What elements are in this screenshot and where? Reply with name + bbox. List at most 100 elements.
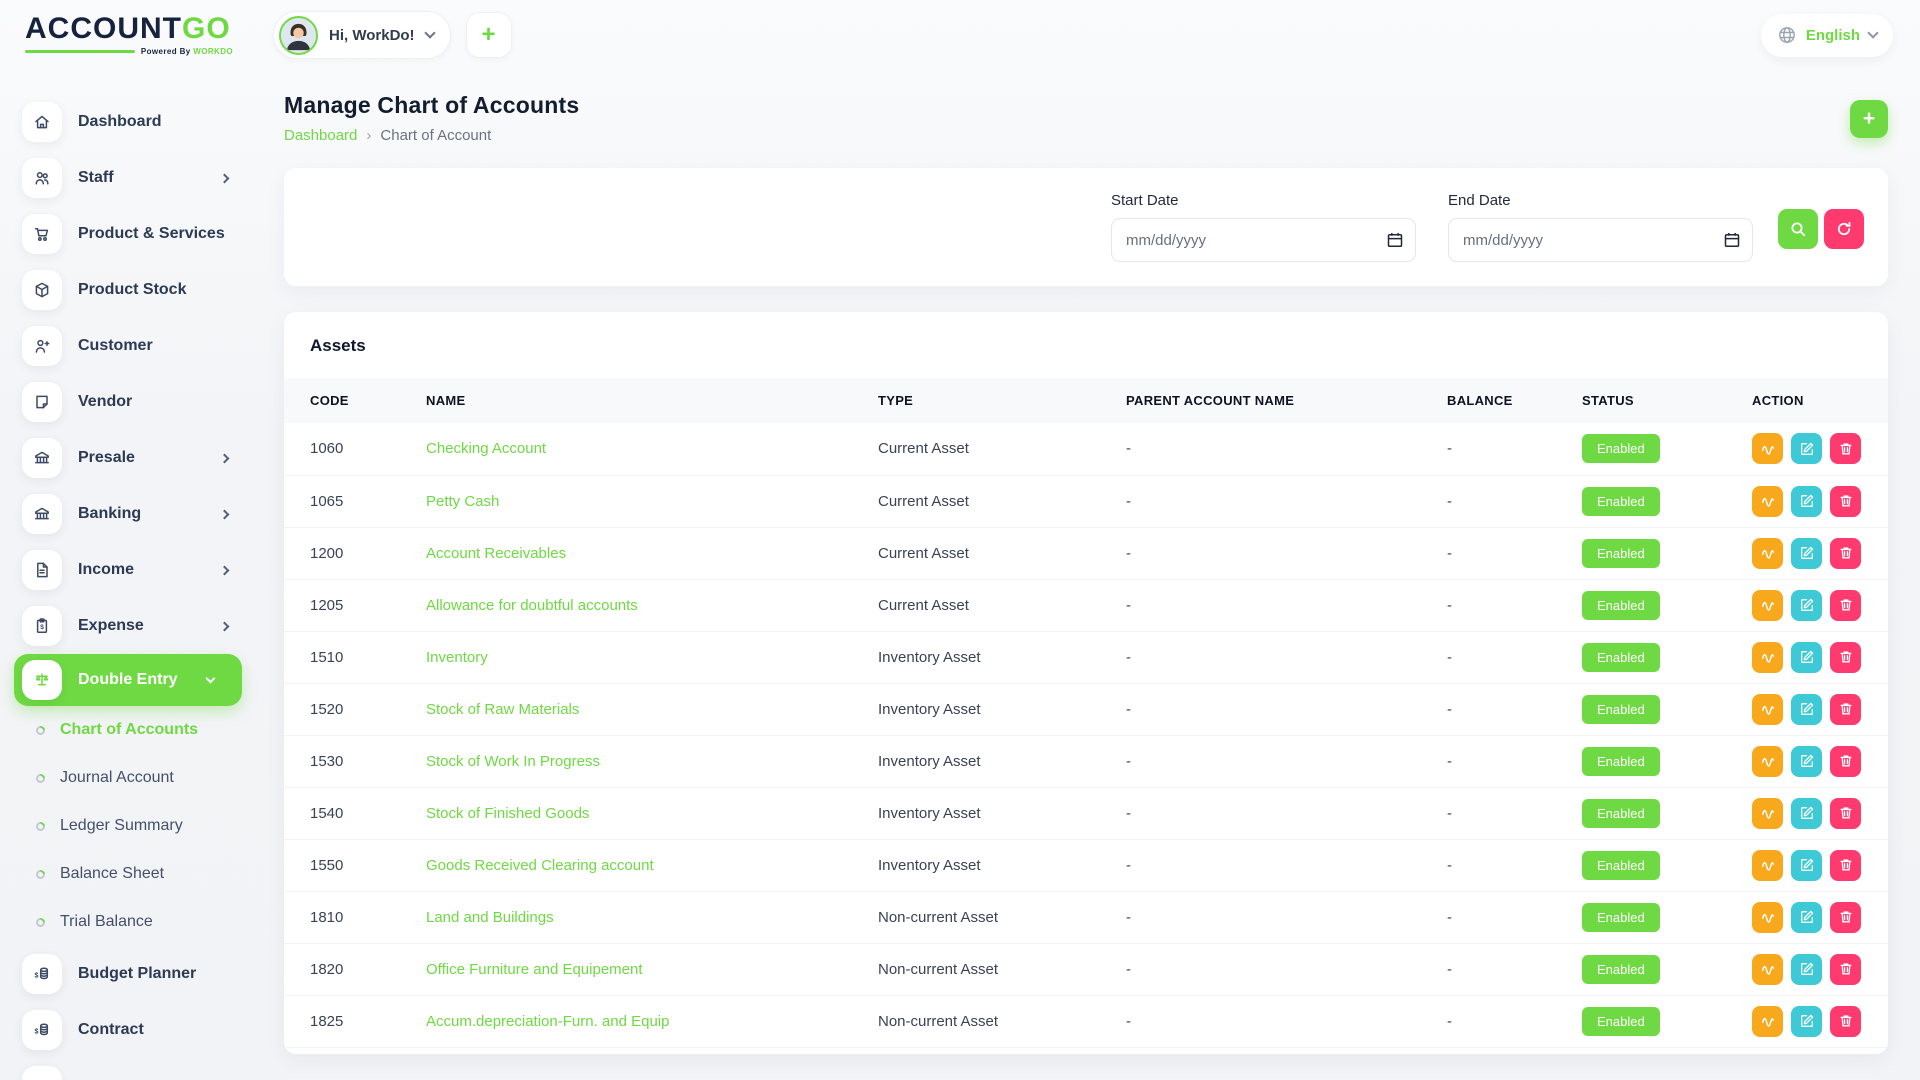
delete-button[interactable] xyxy=(1830,694,1861,725)
end-date-input[interactable] xyxy=(1448,218,1753,262)
edit-button[interactable] xyxy=(1791,902,1822,933)
empty-tile xyxy=(22,1066,62,1080)
breadcrumb-dashboard-link[interactable]: Dashboard xyxy=(284,127,357,144)
sidebar-item-label: Vendor xyxy=(78,393,132,411)
language-selector[interactable]: English xyxy=(1761,14,1893,57)
sidebar-item-banking[interactable]: Banking xyxy=(22,486,260,542)
logo-text-primary: ACCOUNT xyxy=(25,14,182,44)
sidebar-subitem-ledger-summary[interactable]: Ledger Summary xyxy=(22,802,260,850)
row-actions xyxy=(1752,902,1880,933)
sidebar-item-product-services[interactable]: Product & Services xyxy=(22,206,260,262)
delete-button[interactable] xyxy=(1830,902,1861,933)
account-name-link[interactable]: Stock of Raw Materials xyxy=(426,701,579,718)
search-button[interactable] xyxy=(1778,209,1818,249)
table-row: 1810 Land and Buildings Non-current Asse… xyxy=(284,891,1888,943)
account-name-link[interactable]: Stock of Work In Progress xyxy=(426,753,600,770)
user-avatar xyxy=(279,16,318,55)
sidebar-subitem-label: Balance Sheet xyxy=(60,865,164,883)
sidebar-subitem-chart-of-accounts[interactable]: Chart of Accounts xyxy=(22,706,260,754)
end-date-label: End Date xyxy=(1448,192,1753,209)
account-name-link[interactable]: Office Furniture and Equipement xyxy=(426,961,643,978)
cell-balance: - xyxy=(1439,891,1574,943)
activity-button[interactable] xyxy=(1752,694,1783,725)
activity-icon xyxy=(1760,753,1776,769)
account-name-link[interactable]: Inventory xyxy=(426,649,488,666)
sidebar-subitem-balance-sheet[interactable]: Balance Sheet xyxy=(22,850,260,898)
sidebar-item-label: Banking xyxy=(78,505,141,523)
edit-button[interactable] xyxy=(1791,1006,1822,1037)
delete-button[interactable] xyxy=(1830,798,1861,829)
sidebar-item-contract[interactable]: $Contract xyxy=(22,1002,260,1058)
add-account-button[interactable]: + xyxy=(1850,100,1888,138)
sidebar-item-budget-planner[interactable]: $Budget Planner xyxy=(22,946,260,1002)
cell-type: Inventory Asset xyxy=(870,735,1118,787)
edit-button[interactable] xyxy=(1791,486,1822,517)
account-name-link[interactable]: Allowance for doubtful accounts xyxy=(426,597,638,614)
sidebar-item-income[interactable]: Income xyxy=(22,542,260,598)
edit-button[interactable] xyxy=(1791,538,1822,569)
account-name-link[interactable]: Checking Account xyxy=(426,440,546,457)
reset-button[interactable] xyxy=(1824,209,1864,249)
activity-button[interactable] xyxy=(1752,1006,1783,1037)
table-row: 1060 Checking Account Current Asset - - … xyxy=(284,423,1888,475)
edit-button[interactable] xyxy=(1791,954,1822,985)
sidebar-item-presale[interactable]: Presale xyxy=(22,430,260,486)
coins-icon: $ xyxy=(22,1010,62,1050)
activity-button[interactable] xyxy=(1752,486,1783,517)
svg-text:$: $ xyxy=(34,973,38,980)
account-name-link[interactable]: Goods Received Clearing account xyxy=(426,857,654,874)
cart-icon xyxy=(22,214,62,254)
start-date-input[interactable] xyxy=(1111,218,1416,262)
account-name-link[interactable]: Petty Cash xyxy=(426,493,499,510)
status-badge: Enabled xyxy=(1582,695,1660,724)
sidebar-item-double-entry[interactable]: Double Entry xyxy=(14,654,242,706)
activity-button[interactable] xyxy=(1752,590,1783,621)
delete-button[interactable] xyxy=(1830,538,1861,569)
edit-button[interactable] xyxy=(1791,433,1822,464)
delete-button[interactable] xyxy=(1830,642,1861,673)
edit-button[interactable] xyxy=(1791,798,1822,829)
activity-button[interactable] xyxy=(1752,746,1783,777)
account-name-link[interactable]: Land and Buildings xyxy=(426,909,554,926)
delete-button[interactable] xyxy=(1830,1006,1861,1037)
sidebar-subitem-journal-account[interactable]: Journal Account xyxy=(22,754,260,802)
delete-button[interactable] xyxy=(1830,850,1861,881)
account-name-link[interactable]: Account Receivables xyxy=(426,545,566,562)
edit-button[interactable] xyxy=(1791,850,1822,881)
sidebar-subitem-trial-balance[interactable]: Trial Balance xyxy=(22,898,260,946)
sidebar-item-label: Income xyxy=(78,561,134,579)
delete-button[interactable] xyxy=(1830,486,1861,517)
sidebar-item-vendor[interactable]: Vendor xyxy=(22,374,260,430)
user-greeting: Hi, WorkDo! xyxy=(329,27,415,44)
cell-code: 1540 xyxy=(284,787,418,839)
sidebar-subitem-label: Journal Account xyxy=(60,769,174,787)
activity-button[interactable] xyxy=(1752,850,1783,881)
user-menu[interactable]: Hi, WorkDo! xyxy=(273,11,451,59)
activity-button[interactable] xyxy=(1752,798,1783,829)
activity-button[interactable] xyxy=(1752,954,1783,985)
box-icon xyxy=(22,270,62,310)
sidebar-item-partial xyxy=(22,1058,260,1080)
edit-button[interactable] xyxy=(1791,694,1822,725)
delete-button[interactable] xyxy=(1830,746,1861,777)
sidebar-item-dashboard[interactable]: Dashboard xyxy=(22,94,260,150)
delete-button[interactable] xyxy=(1830,433,1861,464)
sidebar-item-product-stock[interactable]: Product Stock xyxy=(22,262,260,318)
activity-button[interactable] xyxy=(1752,642,1783,673)
edit-button[interactable] xyxy=(1791,590,1822,621)
activity-button[interactable] xyxy=(1752,902,1783,933)
activity-button[interactable] xyxy=(1752,433,1783,464)
chevron-down-icon xyxy=(1867,27,1878,38)
account-name-link[interactable]: Accum.depreciation-Furn. and Equip xyxy=(426,1013,669,1030)
sidebar-item-expense[interactable]: $Expense xyxy=(22,598,260,654)
edit-button[interactable] xyxy=(1791,746,1822,777)
activity-button[interactable] xyxy=(1752,538,1783,569)
quick-add-button[interactable]: + xyxy=(466,12,512,58)
delete-button[interactable] xyxy=(1830,590,1861,621)
sidebar-item-customer[interactable]: Customer xyxy=(22,318,260,374)
sidebar-item-staff[interactable]: Staff xyxy=(22,150,260,206)
row-actions xyxy=(1752,798,1880,829)
delete-button[interactable] xyxy=(1830,954,1861,985)
account-name-link[interactable]: Stock of Finished Goods xyxy=(426,805,589,822)
edit-button[interactable] xyxy=(1791,642,1822,673)
